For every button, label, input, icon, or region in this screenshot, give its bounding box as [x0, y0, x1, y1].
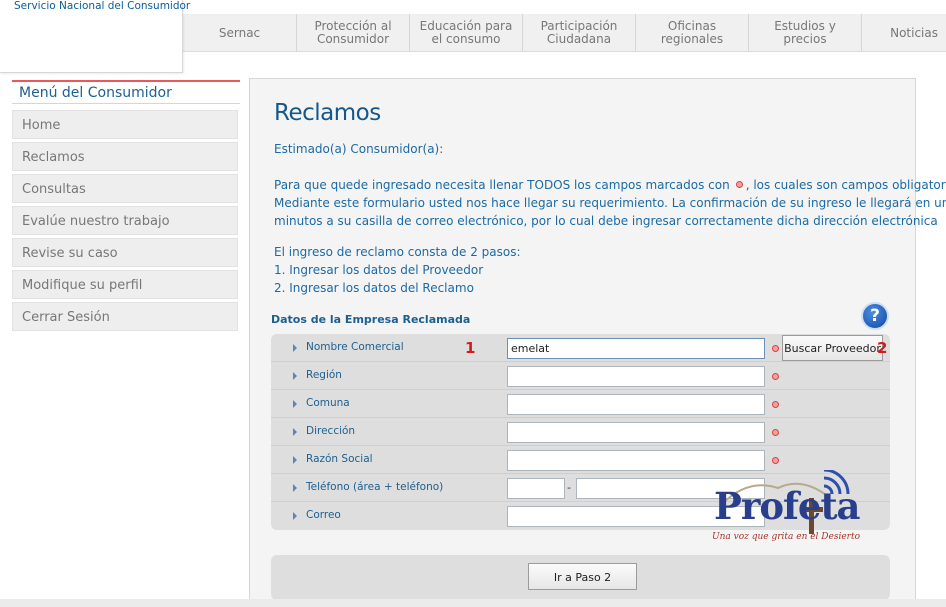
intro-line-1: Para que quede ingresado necesita llenar… [274, 178, 946, 192]
nav-item-oficinas[interactable]: Oficinas regionales [635, 14, 748, 52]
required-icon [772, 401, 779, 408]
telefono-area-input[interactable] [507, 478, 565, 499]
greeting-text: Estimado(a) Consumidor(a): [274, 142, 444, 156]
logo-box[interactable]: Servicio Nacional del Consumidor [0, 0, 190, 73]
form-row-region: Región [271, 362, 890, 390]
sidebar-item-evalue[interactable]: Evalúe nuestro trabajo [12, 206, 238, 235]
nav-item-educacion[interactable]: Educación para el consumo [409, 14, 522, 52]
required-icon [772, 457, 779, 464]
arrow-icon [293, 456, 297, 464]
required-icon [772, 345, 779, 352]
label-region: Región [306, 369, 342, 381]
form-row-comuna: Comuna [271, 390, 890, 418]
arrow-icon [293, 372, 297, 380]
required-icon [772, 429, 779, 436]
arrow-icon [293, 512, 297, 520]
label-telefono: Teléfono (área + teléfono) [306, 481, 444, 493]
sidebar-title: Menú del Consumidor [12, 80, 240, 104]
label-correo: Correo [306, 509, 341, 521]
section-title: Datos de la Empresa Reclamada [271, 313, 471, 326]
annotation-marker-1: 1 [465, 339, 476, 357]
help-icon[interactable]: ? [861, 302, 889, 330]
step-2: 2. Ingresar los datos del Reclamo [274, 281, 474, 295]
label-comuna: Comuna [306, 397, 350, 409]
sidebar-item-consultas[interactable]: Consultas [12, 174, 238, 203]
sidebar-item-cerrar-sesion[interactable]: Cerrar Sesión [12, 302, 238, 331]
sidebar-item-reclamos[interactable]: Reclamos [12, 142, 238, 171]
nav-item-proteccion[interactable]: Protección al Consumidor [296, 14, 409, 52]
direccion-input[interactable] [507, 422, 765, 443]
nombre-comercial-input[interactable]: emelat [507, 338, 765, 359]
intro-line-2: Mediante este formulario usted nos hace … [274, 196, 946, 210]
required-icon [772, 373, 779, 380]
telefono-separator: - [567, 481, 571, 494]
intro-line-1-a: Para que quede ingresado necesita llenar… [274, 178, 730, 192]
arrow-icon [293, 484, 297, 492]
watermark-subtitle: Una voz que grita en el Desierto [712, 532, 860, 542]
intro-line-3: minutos a su casilla de correo electróni… [274, 214, 938, 228]
watermark-title: Profeta [714, 484, 861, 528]
form-row-direccion: Dirección [271, 418, 890, 446]
arrow-icon [293, 400, 297, 408]
region-input[interactable] [507, 366, 765, 387]
step-1: 1. Ingresar los datos del Proveedor [274, 263, 484, 277]
comuna-input[interactable] [507, 394, 765, 415]
required-icon [735, 181, 743, 188]
profeta-watermark: Profeta Una voz que grita en el Desierto [708, 470, 861, 546]
nav-item-estudios[interactable]: Estudios y precios [748, 14, 861, 52]
arrow-icon [293, 344, 297, 352]
bottom-strip [0, 599, 946, 607]
nav-item-noticias[interactable]: Noticias [861, 14, 946, 52]
intro-line-1-b: , los cuales son campos obligatorios. [745, 178, 946, 192]
label-nombre-comercial: Nombre Comercial [306, 341, 404, 353]
sidebar-item-home[interactable]: Home [12, 110, 238, 139]
arrow-icon [293, 428, 297, 436]
ir-a-paso-2-button[interactable]: Ir a Paso 2 [528, 563, 637, 590]
sidebar-item-perfil[interactable]: Modifique su perfil [12, 270, 238, 299]
steps-intro: El ingreso de reclamo consta de 2 pasos: [274, 245, 521, 259]
top-nav: Sernac Protección al Consumidor Educació… [183, 14, 946, 52]
label-razon-social: Razón Social [306, 453, 373, 465]
buscar-proveedor-button[interactable]: Buscar Proveedor [782, 335, 883, 361]
brand-name[interactable]: Servicio Nacional del Consumidor [14, 0, 190, 12]
razon-social-input[interactable] [507, 450, 765, 471]
label-direccion: Dirección [306, 425, 356, 437]
page-title: Reclamos [274, 100, 381, 126]
annotation-marker-2: 2 [877, 339, 888, 357]
nav-item-participacion[interactable]: Participación Ciudadana [522, 14, 635, 52]
nav-item-sernac[interactable]: Sernac [183, 14, 296, 52]
sidebar-item-revise[interactable]: Revise su caso [12, 238, 238, 267]
